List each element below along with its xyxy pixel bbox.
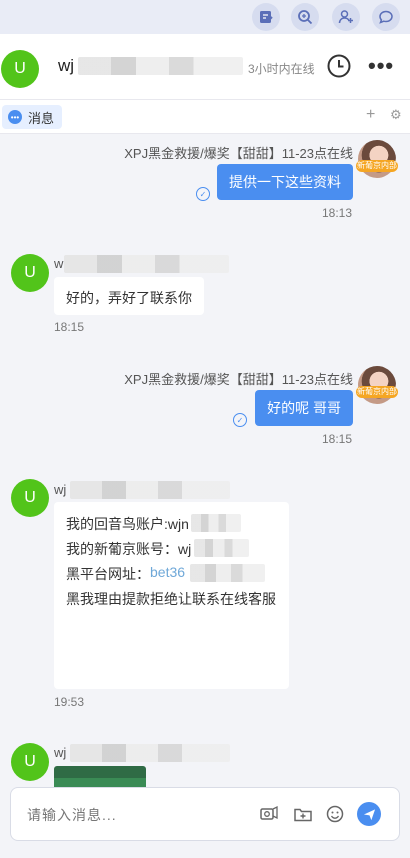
- user-avatar[interactable]: U: [11, 479, 49, 517]
- folder-add-icon[interactable]: [291, 802, 315, 826]
- avatar-letter: U: [24, 264, 36, 281]
- message-bubble[interactable]: 好的呢 哥哥: [255, 390, 353, 426]
- message-sender: wj: [54, 745, 67, 760]
- redacted-text-mask: [190, 564, 265, 582]
- message-time: 18:13: [322, 206, 353, 220]
- agent-avatar[interactable]: 新葡京内部: [356, 140, 398, 178]
- message-line: 黑平台网址：: [66, 566, 150, 582]
- message-time: 18:15: [54, 320, 85, 334]
- tab-messages[interactable]: ••• 消息: [2, 105, 63, 129]
- settings-gear-icon[interactable]: ⚙: [390, 107, 402, 123]
- avatar-letter: U: [14, 60, 26, 77]
- search-zoom-icon[interactable]: [291, 3, 319, 31]
- redacted-name-mask: [70, 744, 230, 762]
- message-link[interactable]: bet36: [150, 564, 185, 580]
- contact-avatar[interactable]: U: [1, 50, 39, 88]
- agent-avatar[interactable]: 新葡京内部: [356, 366, 398, 404]
- redacted-text-mask: [194, 539, 249, 557]
- screenshot-icon[interactable]: [257, 802, 281, 826]
- redacted-name-mask: [78, 57, 243, 75]
- user-add-icon[interactable]: [332, 3, 360, 31]
- message-sender: wj: [54, 482, 67, 497]
- read-receipt-icon: ✓: [233, 413, 247, 427]
- message-bubble[interactable]: 我的回音鸟账户:wjn 我的新葡京账号：wj 黑平台网址： bet36 黑我理由…: [54, 502, 289, 689]
- contact-header: U wj 3小时内在线 •••: [0, 34, 410, 100]
- note-edit-icon[interactable]: [252, 3, 280, 31]
- message-sender: w: [54, 256, 64, 271]
- history-clock-icon[interactable]: [326, 53, 352, 79]
- user-avatar[interactable]: U: [11, 254, 49, 292]
- top-toolbar: [0, 0, 410, 34]
- message-bubble[interactable]: 好的，弄好了联系你: [54, 277, 204, 315]
- message-sender: XPJ黑金救援/爆奖【甜甜】11-23点在线: [124, 146, 353, 161]
- message-line: 我的回音鸟账户:wjn: [66, 516, 189, 532]
- redacted-name-mask: [64, 255, 229, 273]
- message-time: 18:15: [322, 432, 353, 446]
- message-text: 好的，弄好了联系你: [66, 290, 192, 306]
- tabs-bar: ••• 消息 + ⚙: [0, 100, 410, 134]
- message-input[interactable]: [27, 803, 247, 827]
- avatar-letter: U: [24, 753, 36, 770]
- contact-name: wj: [58, 56, 75, 75]
- user-avatar[interactable]: U: [11, 743, 49, 781]
- message-line: 黑我理由提款拒绝让联系在线客服: [66, 591, 276, 607]
- emoji-icon[interactable]: [323, 802, 347, 826]
- online-status: 3小时内在线: [248, 62, 315, 76]
- message-sender: XPJ黑金救援/爆奖【甜甜】11-23点在线: [124, 372, 353, 387]
- message-time: 19:53: [54, 695, 85, 709]
- agent-tag-badge: 新葡京内部: [356, 160, 398, 172]
- redacted-text-mask: [191, 514, 241, 532]
- message-input-bar: [10, 787, 400, 841]
- read-receipt-icon: ✓: [196, 187, 210, 201]
- agent-tag-badge: 新葡京内部: [356, 386, 398, 398]
- send-icon: [363, 808, 375, 820]
- chat-bubble-icon[interactable]: [372, 3, 400, 31]
- send-button[interactable]: [357, 802, 381, 826]
- add-tab-icon[interactable]: +: [366, 106, 375, 124]
- message-bubble[interactable]: 提供一下这些资料: [217, 164, 353, 200]
- message-line: 我的新葡京账号：wj: [66, 541, 192, 557]
- redacted-name-mask: [70, 481, 230, 499]
- avatar-letter: U: [24, 489, 36, 506]
- tab-messages-label: 消息: [28, 110, 55, 126]
- more-options-icon[interactable]: •••: [368, 55, 394, 77]
- message-dots-icon: •••: [8, 110, 22, 124]
